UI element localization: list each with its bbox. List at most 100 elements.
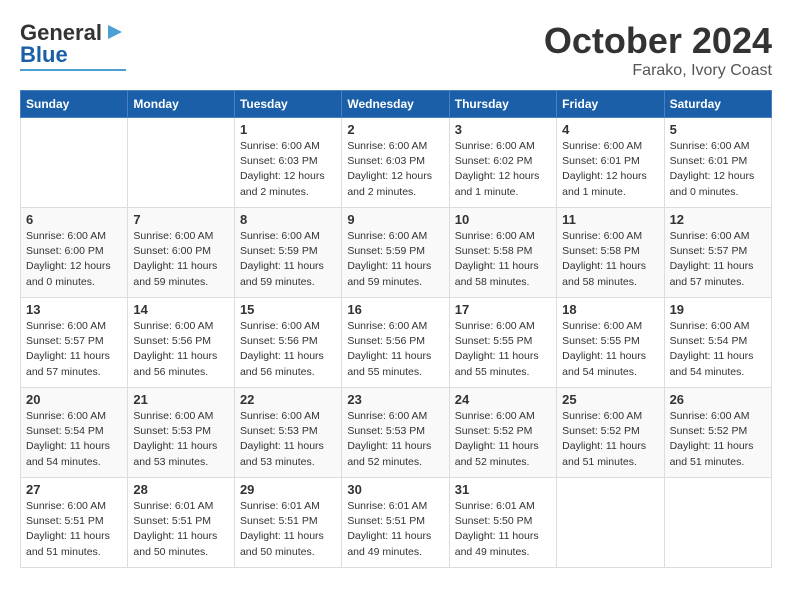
day-number: 6 [26, 212, 122, 227]
calendar-title: October 2024 [544, 20, 772, 62]
day-info: Sunrise: 6:00 AMSunset: 5:56 PMDaylight:… [347, 319, 443, 380]
calendar-cell: 6 Sunrise: 6:00 AMSunset: 6:00 PMDaylight… [21, 208, 128, 298]
day-info: Sunrise: 6:00 AMSunset: 5:57 PMDaylight:… [26, 319, 122, 380]
day-info: Sunrise: 6:00 AMSunset: 5:52 PMDaylight:… [562, 409, 658, 470]
day-number: 22 [240, 392, 336, 407]
day-number: 9 [347, 212, 443, 227]
day-info: Sunrise: 6:00 AMSunset: 5:59 PMDaylight:… [240, 229, 336, 290]
day-number: 26 [670, 392, 766, 407]
day-number: 29 [240, 482, 336, 497]
calendar-cell [21, 118, 128, 208]
calendar-cell: 9 Sunrise: 6:00 AMSunset: 5:59 PMDaylight… [342, 208, 449, 298]
day-info: Sunrise: 6:00 AMSunset: 6:01 PMDaylight:… [562, 139, 658, 200]
calendar-cell: 7 Sunrise: 6:00 AMSunset: 6:00 PMDaylight… [128, 208, 235, 298]
day-info: Sunrise: 6:00 AMSunset: 5:58 PMDaylight:… [562, 229, 658, 290]
day-number: 1 [240, 122, 336, 137]
calendar-cell: 21Sunrise: 6:00 AMSunset: 5:53 PMDayligh… [128, 388, 235, 478]
day-number: 27 [26, 482, 122, 497]
calendar-week-1: 1 Sunrise: 6:00 AMSunset: 6:03 PMDaylight… [21, 118, 772, 208]
day-number: 5 [670, 122, 766, 137]
day-number: 28 [133, 482, 229, 497]
day-info: Sunrise: 6:00 AMSunset: 5:55 PMDaylight:… [562, 319, 658, 380]
calendar-cell: 31Sunrise: 6:01 AMSunset: 5:50 PMDayligh… [449, 478, 556, 568]
calendar-week-3: 13Sunrise: 6:00 AMSunset: 5:57 PMDayligh… [21, 298, 772, 388]
logo: General Blue [20, 20, 126, 71]
calendar-cell: 13Sunrise: 6:00 AMSunset: 5:57 PMDayligh… [21, 298, 128, 388]
calendar-body: 1 Sunrise: 6:00 AMSunset: 6:03 PMDaylight… [21, 118, 772, 568]
day-info: Sunrise: 6:00 AMSunset: 5:53 PMDaylight:… [347, 409, 443, 470]
logo-underline [20, 69, 126, 71]
calendar-cell: 4 Sunrise: 6:00 AMSunset: 6:01 PMDaylight… [557, 118, 664, 208]
day-info: Sunrise: 6:01 AMSunset: 5:51 PMDaylight:… [133, 499, 229, 560]
header-tuesday: Tuesday [234, 91, 341, 118]
header-row: Sunday Monday Tuesday Wednesday Thursday… [21, 91, 772, 118]
day-info: Sunrise: 6:00 AMSunset: 6:02 PMDaylight:… [455, 139, 551, 200]
day-number: 23 [347, 392, 443, 407]
day-number: 8 [240, 212, 336, 227]
calendar-cell: 16 Sunrise: 6:00 AMSunset: 5:56 PMDayligh… [342, 298, 449, 388]
calendar-cell: 12Sunrise: 6:00 AMSunset: 5:57 PMDayligh… [664, 208, 771, 298]
calendar-week-4: 20Sunrise: 6:00 AMSunset: 5:54 PMDayligh… [21, 388, 772, 478]
day-number: 16 [347, 302, 443, 317]
day-number: 17 [455, 302, 551, 317]
day-number: 11 [562, 212, 658, 227]
day-info: Sunrise: 6:01 AMSunset: 5:51 PMDaylight:… [347, 499, 443, 560]
day-number: 25 [562, 392, 658, 407]
calendar-cell: 11 Sunrise: 6:00 AMSunset: 5:58 PMDayligh… [557, 208, 664, 298]
day-number: 14 [133, 302, 229, 317]
calendar-cell: 24Sunrise: 6:00 AMSunset: 5:52 PMDayligh… [449, 388, 556, 478]
day-number: 21 [133, 392, 229, 407]
title-area: October 2024 Farako, Ivory Coast [544, 20, 772, 80]
header-sunday: Sunday [21, 91, 128, 118]
calendar-cell: 20Sunrise: 6:00 AMSunset: 5:54 PMDayligh… [21, 388, 128, 478]
day-info: Sunrise: 6:00 AMSunset: 5:58 PMDaylight:… [455, 229, 551, 290]
calendar-week-2: 6 Sunrise: 6:00 AMSunset: 6:00 PMDaylight… [21, 208, 772, 298]
day-info: Sunrise: 6:00 AMSunset: 5:53 PMDaylight:… [240, 409, 336, 470]
calendar-cell [128, 118, 235, 208]
day-number: 30 [347, 482, 443, 497]
logo-blue: Blue [20, 42, 68, 67]
day-number: 19 [670, 302, 766, 317]
day-number: 10 [455, 212, 551, 227]
calendar-table: Sunday Monday Tuesday Wednesday Thursday… [20, 90, 772, 568]
day-info: Sunrise: 6:01 AMSunset: 5:50 PMDaylight:… [455, 499, 551, 560]
header-monday: Monday [128, 91, 235, 118]
day-info: Sunrise: 6:00 AMSunset: 6:00 PMDaylight:… [133, 229, 229, 290]
day-info: Sunrise: 6:00 AMSunset: 5:52 PMDaylight:… [670, 409, 766, 470]
calendar-cell: 19Sunrise: 6:00 AMSunset: 5:54 PMDayligh… [664, 298, 771, 388]
logo-arrow-icon [104, 21, 126, 43]
day-info: Sunrise: 6:00 AMSunset: 5:59 PMDaylight:… [347, 229, 443, 290]
header-friday: Friday [557, 91, 664, 118]
calendar-cell: 5 Sunrise: 6:00 AMSunset: 6:01 PMDaylight… [664, 118, 771, 208]
calendar-header: Sunday Monday Tuesday Wednesday Thursday… [21, 91, 772, 118]
calendar-cell: 27 Sunrise: 6:00 AMSunset: 5:51 PMDayligh… [21, 478, 128, 568]
day-info: Sunrise: 6:00 AMSunset: 5:56 PMDaylight:… [133, 319, 229, 380]
header-saturday: Saturday [664, 91, 771, 118]
day-number: 7 [133, 212, 229, 227]
day-info: Sunrise: 6:00 AMSunset: 5:52 PMDaylight:… [455, 409, 551, 470]
calendar-week-5: 27 Sunrise: 6:00 AMSunset: 5:51 PMDayligh… [21, 478, 772, 568]
day-number: 4 [562, 122, 658, 137]
calendar-cell [664, 478, 771, 568]
calendar-cell: 23 Sunrise: 6:00 AMSunset: 5:53 PMDayligh… [342, 388, 449, 478]
calendar-cell: 3Sunrise: 6:00 AMSunset: 6:02 PMDaylight… [449, 118, 556, 208]
day-info: Sunrise: 6:00 AMSunset: 6:03 PMDaylight:… [240, 139, 336, 200]
calendar-cell: 25 Sunrise: 6:00 AMSunset: 5:52 PMDayligh… [557, 388, 664, 478]
day-info: Sunrise: 6:00 AMSunset: 5:51 PMDaylight:… [26, 499, 122, 560]
calendar-cell: 18 Sunrise: 6:00 AMSunset: 5:55 PMDayligh… [557, 298, 664, 388]
header-wednesday: Wednesday [342, 91, 449, 118]
calendar-cell: 14 Sunrise: 6:00 AMSunset: 5:56 PMDayligh… [128, 298, 235, 388]
day-info: Sunrise: 6:00 AMSunset: 6:00 PMDaylight:… [26, 229, 122, 290]
day-number: 20 [26, 392, 122, 407]
day-info: Sunrise: 6:00 AMSunset: 5:56 PMDaylight:… [240, 319, 336, 380]
day-info: Sunrise: 6:00 AMSunset: 6:01 PMDaylight:… [670, 139, 766, 200]
calendar-cell: 8 Sunrise: 6:00 AMSunset: 5:59 PMDaylight… [234, 208, 341, 298]
calendar-cell: 26 Sunrise: 6:00 AMSunset: 5:52 PMDayligh… [664, 388, 771, 478]
day-info: Sunrise: 6:01 AMSunset: 5:51 PMDaylight:… [240, 499, 336, 560]
day-info: Sunrise: 6:00 AMSunset: 6:03 PMDaylight:… [347, 139, 443, 200]
header-thursday: Thursday [449, 91, 556, 118]
calendar-cell: 1 Sunrise: 6:00 AMSunset: 6:03 PMDaylight… [234, 118, 341, 208]
day-number: 18 [562, 302, 658, 317]
calendar-cell: 22 Sunrise: 6:00 AMSunset: 5:53 PMDayligh… [234, 388, 341, 478]
calendar-cell: 17Sunrise: 6:00 AMSunset: 5:55 PMDayligh… [449, 298, 556, 388]
